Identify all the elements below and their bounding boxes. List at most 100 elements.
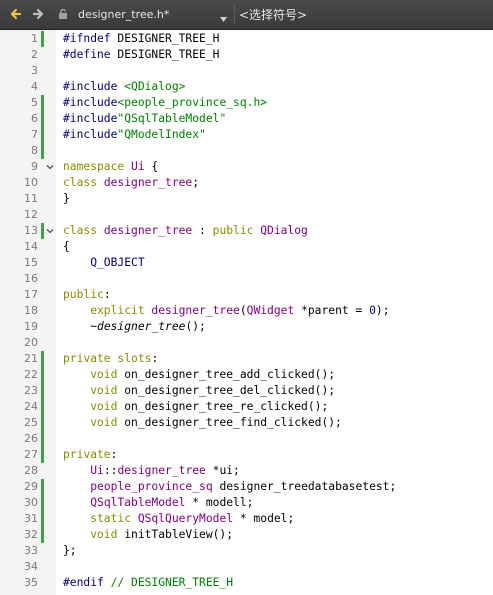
fold-chevron-icon[interactable] [45,159,55,175]
code-token: on_designer_tree_re_clicked(); [124,400,329,413]
code-token: #include [63,96,118,109]
changed-line-marker [41,415,44,431]
changed-line-marker [41,399,44,415]
code-line[interactable]: 9 namespace Ui { [0,159,493,175]
code-line[interactable]: 10 class designer_tree; [0,175,493,191]
line-number: 1 [31,32,38,45]
code-line[interactable]: 2 #define DESIGNER_TREE_H [0,47,493,63]
changed-line-marker [41,31,44,47]
changed-line-marker [41,127,44,143]
code-text: explicit designer_tree(QWidget *parent =… [63,303,390,319]
code-token: DESIGNER_TREE_H [117,48,220,61]
code-token: *ui; [212,464,240,477]
code-text: class designer_tree : public QDialog [63,223,308,239]
code-token: QSqlTableModel [90,496,193,509]
code-line[interactable]: 28 Ui::designer_tree *ui; [0,463,493,479]
code-text: #ifndef DESIGNER_TREE_H [63,31,219,47]
code-line[interactable]: 8 [0,143,493,159]
code-line[interactable]: 33}; [0,543,493,559]
line-number: 21 [24,352,38,365]
code-token: Ui [131,160,152,173]
line-number: 19 [24,320,38,333]
forward-arrow-icon[interactable] [30,6,46,22]
code-token: "QSqlTableModel" [117,112,227,125]
code-text: void on_designer_tree_find_clicked(); [63,415,342,431]
code-text: Q_OBJECT [63,255,144,271]
code-token: }; [63,544,77,557]
code-line[interactable]: 15 Q_OBJECT [0,255,493,271]
line-number: 10 [24,176,38,189]
code-line[interactable]: 23 void on_designer_tree_del_clicked(); [0,383,493,399]
code-text: static QSqlQueryModel * model; [63,511,294,527]
code-lines[interactable]: 1 #ifndef DESIGNER_TREE_H 2 #define DESIGNE… [0,31,493,591]
code-token: explicit [63,304,152,317]
code-line[interactable]: 35 #endif // DESIGNER_TREE_H [0,575,493,591]
code-line[interactable]: 6 #include"QSqlTableModel" [0,111,493,127]
line-number: 33 [24,544,38,557]
code-line[interactable]: 5 #include<people_province_sq.h> [0,95,493,111]
code-line[interactable]: 3 [0,63,493,79]
code-line[interactable]: 32 void initTableView(); [0,527,493,543]
code-token: initTableView(); [124,528,234,541]
fold-chevron-icon[interactable] [45,223,55,239]
code-token: designer_treedatabasetest; [219,480,397,493]
code-line[interactable]: 7 #include"QModelIndex" [0,127,493,143]
code-line[interactable]: 16 [0,271,493,287]
code-line[interactable]: 19 ~designer_tree(); [0,319,493,335]
code-text: { [63,239,70,255]
code-token: on_designer_tree_find_clicked(); [124,416,342,429]
code-line[interactable]: 22 void on_designer_tree_add_clicked(); [0,367,493,383]
code-token: class [63,224,104,237]
file-selector-dropdown[interactable]: designer_tree.h* [72,4,232,24]
code-token: *parent = [301,304,370,317]
code-line[interactable]: 20 [0,335,493,351]
code-token: designer_tree [103,176,193,189]
code-text: void on_designer_tree_del_clicked(); [63,383,335,399]
changed-line-marker [41,431,44,447]
code-text: namespace Ui { [63,159,158,175]
code-line[interactable]: 25 void on_designer_tree_find_clicked(); [0,415,493,431]
code-line[interactable]: 18 explicit designer_tree(QWidget *paren… [0,303,493,319]
code-text: private: [63,447,117,463]
code-token: Ui [90,464,104,477]
code-token: #include [63,112,118,125]
code-editor[interactable]: designer_tree.h* <选择符号> 1 #ifndef DESIGNE… [0,0,493,595]
code-line[interactable]: 24 void on_designer_tree_re_clicked(); [0,399,493,415]
code-token: on_designer_tree_del_clicked(); [124,384,336,397]
chevron-down-icon[interactable] [219,9,228,28]
code-token: ); [375,304,390,317]
code-line[interactable]: 29 people_province_sq designer_treedatab… [0,479,493,495]
changed-line-marker [41,527,44,543]
code-token: private [63,352,118,365]
code-line[interactable]: 13 class designer_tree : public QDialog [0,223,493,239]
changed-line-marker [41,351,44,367]
code-token: : [103,288,111,301]
line-number: 3 [31,64,38,77]
code-line[interactable]: 11} [0,191,493,207]
code-line[interactable]: 21 private slots: [0,351,493,367]
code-line[interactable]: 26 [0,431,493,447]
code-token: public [63,288,104,301]
symbol-selector-dropdown[interactable]: <选择符号> [234,4,490,24]
code-line[interactable]: 34 [0,559,493,575]
code-token: designer_tree [151,304,240,317]
code-line[interactable]: 17 public: [0,287,493,303]
code-text: void initTableView(); [63,527,233,543]
code-line[interactable]: 1 #ifndef DESIGNER_TREE_H [0,31,493,47]
code-line[interactable]: 30 QSqlTableModel * modell; [0,495,493,511]
line-number: 34 [24,560,38,573]
code-line[interactable]: 14 { [0,239,493,255]
code-line[interactable]: 31 static QSqlQueryModel * model; [0,511,493,527]
file-name-label: designer_tree.h* [78,7,170,21]
code-token: // DESIGNER_TREE_H [110,576,234,589]
changed-line-marker [41,223,44,239]
line-number: 14 [24,240,38,253]
back-arrow-icon[interactable] [8,6,24,22]
code-line[interactable]: 27 private: [0,447,493,463]
code-token: ( [239,304,247,317]
code-text: } [63,191,70,207]
code-text: #include<people_province_sq.h> [63,95,267,111]
code-line[interactable]: 4 #include <QDialog> [0,79,493,95]
code-line[interactable]: 12 [0,207,493,223]
